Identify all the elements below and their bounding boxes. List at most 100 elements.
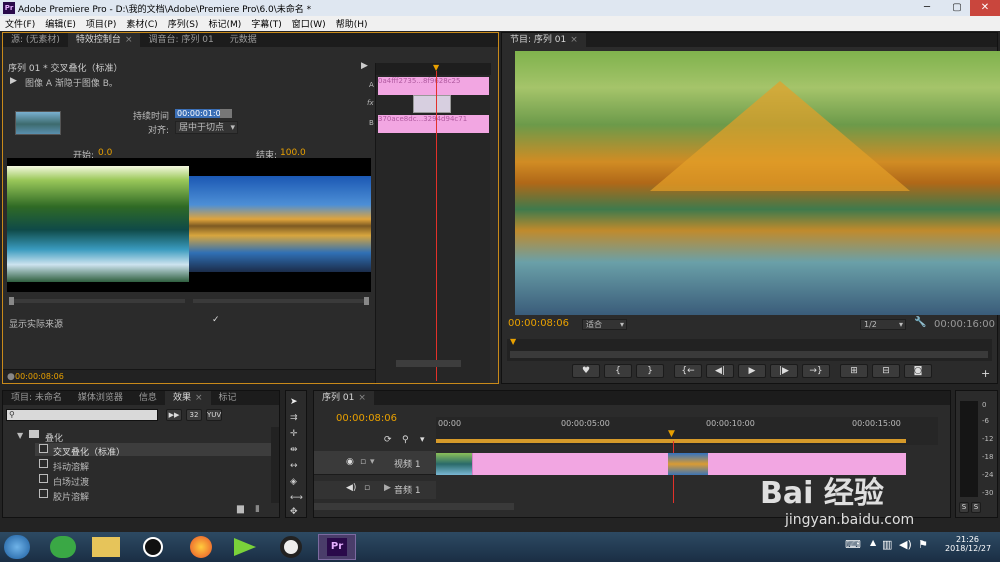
record-icon[interactable]	[280, 536, 302, 558]
menu-sequence[interactable]: 序列(S)	[163, 17, 204, 30]
start-value[interactable]: 0.0	[98, 148, 112, 158]
in-point-icon[interactable]: {	[604, 364, 632, 378]
marker-icon[interactable]: ⚲	[402, 435, 409, 445]
tab-sequence[interactable]: 序列 01 ×	[314, 391, 374, 405]
video-clip-thumbnail-a[interactable]	[436, 453, 472, 475]
selection-tool-icon[interactable]: ➤	[290, 397, 298, 407]
effect-item-film-dissolve[interactable]: 胶片溶解	[53, 490, 89, 503]
playhead-marker-icon[interactable]: ▼	[510, 337, 516, 346]
keyboard-icon[interactable]: ⌨	[845, 538, 861, 551]
go-to-out-icon[interactable]: →}	[802, 364, 830, 378]
qq-icon[interactable]	[143, 537, 163, 557]
video-clip-thumbnail-b[interactable]	[668, 453, 708, 475]
tab-markers[interactable]: 标记	[211, 391, 245, 405]
menu-file[interactable]: 文件(F)	[0, 17, 40, 30]
lock-icon[interactable]: ▫	[364, 483, 370, 493]
close-icon[interactable]: ×	[358, 393, 366, 403]
new-folder-icon[interactable]: ▆	[237, 504, 244, 514]
rate-stretch-tool-icon[interactable]: ↔	[290, 461, 298, 471]
mini-scrollbar[interactable]	[396, 360, 461, 367]
out-point-icon[interactable]: }	[636, 364, 664, 378]
effects-scrollbar[interactable]	[271, 427, 279, 503]
search-input[interactable]: ⚲	[6, 409, 158, 421]
expand-icon[interactable]: ▶	[384, 483, 391, 493]
minimize-icon[interactable]: ─	[912, 0, 942, 16]
folder-expand-icon[interactable]: ▼	[17, 431, 23, 440]
track-select-tool-icon[interactable]: ⇉	[290, 413, 298, 423]
hand-tool-icon[interactable]: ✥	[290, 507, 298, 517]
marker-icon[interactable]: ♥	[572, 364, 600, 378]
ripple-edit-tool-icon[interactable]: ✛	[290, 429, 298, 439]
tab-media-browser[interactable]: 媒体浏览器	[70, 391, 131, 405]
firefox-icon[interactable]	[190, 536, 212, 558]
tab-metadata[interactable]: 元数据	[222, 33, 265, 47]
end-slider[interactable]	[193, 299, 369, 303]
playhead-marker-icon[interactable]: ▼	[668, 429, 675, 439]
razor-tool-icon[interactable]: ◈	[290, 477, 297, 487]
volume-icon[interactable]: ◀)	[899, 538, 912, 551]
file-explorer-icon[interactable]	[92, 537, 120, 557]
show-actual-sources-checkbox[interactable]: ✓	[212, 315, 220, 325]
add-button-icon[interactable]: +	[981, 367, 990, 380]
tray-expand-icon[interactable]: ▲	[870, 538, 876, 547]
fit-select[interactable]: 适合 ▾	[582, 319, 627, 330]
tab-project[interactable]: 项目: 未命名	[3, 391, 70, 405]
360-browser-icon[interactable]	[50, 536, 76, 558]
trash-icon[interactable]: ▮	[255, 504, 260, 514]
rolling-edit-tool-icon[interactable]: ⇹	[290, 445, 298, 455]
effect-timecode[interactable]: 00:00:08:06	[15, 372, 64, 381]
close-icon[interactable]: ×	[195, 393, 203, 403]
go-to-in-icon[interactable]: {←	[674, 364, 702, 378]
menu-title[interactable]: 字幕(T)	[246, 17, 287, 30]
tab-source[interactable]: 源: (无素材)	[3, 33, 68, 47]
yuv-effects-icon[interactable]: YUV	[206, 409, 222, 421]
speaker-icon[interactable]: ◀)	[346, 483, 356, 493]
start-slider[interactable]	[9, 299, 185, 303]
step-back-icon[interactable]: ◀|	[706, 364, 734, 378]
tab-audio-mixer[interactable]: 调音台: 序列 01	[140, 33, 221, 47]
timeline-ruler[interactable]: 00:00 00:00:05:00 00:00:10:00 00:00:15:0…	[436, 417, 938, 445]
program-video-frame[interactable]	[515, 51, 1000, 315]
step-forward-icon[interactable]: |▶	[770, 364, 798, 378]
effect-item-dither-dissolve[interactable]: 抖动溶解	[53, 460, 89, 473]
video-clip-a[interactable]	[472, 453, 668, 475]
close-icon[interactable]: ×	[125, 35, 133, 45]
expand-icon[interactable]: ▾	[370, 457, 375, 467]
menu-window[interactable]: 窗口(W)	[287, 17, 331, 30]
premiere-taskbar-button[interactable]: Pr	[318, 534, 356, 560]
menu-project[interactable]: 项目(P)	[81, 17, 121, 30]
tab-program[interactable]: 节目: 序列 01 ×	[502, 33, 586, 47]
menu-help[interactable]: 帮助(H)	[331, 17, 373, 30]
start-button[interactable]	[4, 535, 30, 559]
end-slider-handle[interactable]	[364, 297, 369, 305]
lift-icon[interactable]: ⊞	[840, 364, 868, 378]
close-icon[interactable]: ×	[570, 35, 578, 45]
tab-info[interactable]: 信息	[131, 391, 165, 405]
program-timecode[interactable]: 00:00:08:06	[508, 318, 569, 329]
tab-effect-controls[interactable]: 特效控制台 ×	[67, 33, 141, 47]
slip-tool-icon[interactable]: ⟷	[290, 493, 303, 503]
start-slider-handle[interactable]	[9, 297, 14, 305]
play-preview-icon[interactable]: ▶	[10, 76, 17, 86]
tab-effects[interactable]: 效果 ×	[164, 391, 211, 405]
resolution-select[interactable]: 1/2 ▾	[860, 319, 906, 330]
transition-block[interactable]	[413, 95, 451, 113]
menu-clip[interactable]: 素材(C)	[121, 17, 162, 30]
snap-icon[interactable]: ⟳	[384, 435, 392, 445]
video-editor-icon[interactable]	[234, 538, 256, 556]
play-icon[interactable]: ▶	[738, 364, 766, 378]
export-frame-icon[interactable]: ◙	[904, 364, 932, 378]
clock[interactable]: 21:26 2018/12/27	[945, 535, 991, 553]
menu-marker[interactable]: 标记(M)	[203, 17, 246, 30]
end-value[interactable]: 100.0	[280, 148, 306, 158]
align-select[interactable]: 居中于切点 ▾	[175, 121, 238, 134]
work-area-bar[interactable]	[436, 439, 906, 443]
extract-icon[interactable]: ⊟	[872, 364, 900, 378]
solo-left-button[interactable]: S	[959, 502, 969, 513]
accelerated-effects-icon[interactable]: ▶▶	[166, 409, 182, 421]
maximize-icon[interactable]: ▢	[942, 0, 972, 16]
program-timeline-bar[interactable]: ▼	[507, 337, 992, 361]
clip-b[interactable]: 370ace8dc...3294d94c71	[378, 115, 489, 133]
flag-icon[interactable]: ⚑	[918, 538, 928, 551]
effect-item-cross-dissolve[interactable]: 交叉叠化（标准）	[53, 445, 125, 458]
